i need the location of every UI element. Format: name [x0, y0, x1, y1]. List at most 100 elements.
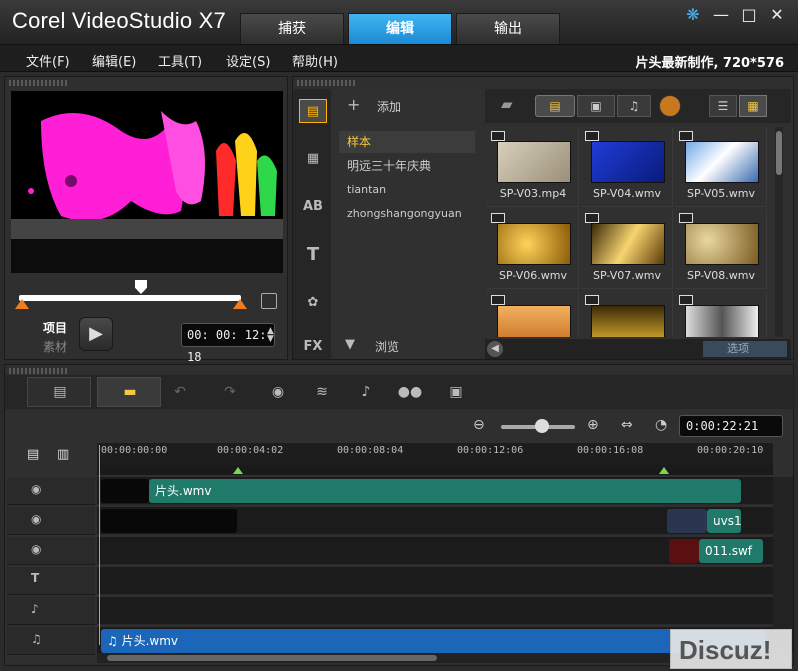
library-thumb[interactable]: SP-V06.wmv [487, 209, 579, 289]
panel-grip[interactable] [297, 80, 357, 86]
video-track-header[interactable]: ◉ [7, 477, 95, 505]
library-scrollbar[interactable] [775, 127, 783, 337]
timeline-vertical-scrollbar[interactable] [773, 477, 793, 653]
sound-mixer-icon[interactable]: ≋ [307, 379, 337, 405]
playhead[interactable] [99, 445, 100, 645]
video-clip[interactable] [101, 479, 149, 503]
maximize-button[interactable]: □ [738, 4, 760, 26]
options-button[interactable]: 选项 [703, 341, 787, 357]
timecode-spin-icon[interactable]: ▲ ▼ [267, 327, 274, 344]
folder-item[interactable]: zhongshangongyuan [339, 203, 475, 225]
overlay-clip[interactable]: uvs14 [707, 509, 741, 533]
clip-mode-label[interactable]: 素材 [43, 338, 67, 355]
zoom-in-icon[interactable]: ⊕ [587, 417, 599, 433]
add-folder-label[interactable]: 添加 [377, 98, 401, 115]
content-icon[interactable] [659, 95, 681, 117]
motion-tracking-icon[interactable]: ●● [395, 379, 425, 405]
close-button[interactable]: ✕ [766, 4, 788, 26]
browse-label[interactable]: 浏览 [375, 338, 399, 355]
zoom-out-icon[interactable]: ⊖ [473, 417, 485, 433]
zoom-slider-knob[interactable] [535, 419, 549, 433]
media-category-icon[interactable]: ▤ [299, 99, 327, 123]
subtitle-editor-icon[interactable]: ▣ [441, 379, 471, 405]
overlay-clip[interactable] [669, 539, 699, 563]
player-timecode[interactable]: 00: 00: 12: 18 [181, 323, 275, 364]
instant-project-icon[interactable]: ▦ [299, 147, 327, 171]
music-clip[interactable]: ♫ 片头.wmv [101, 629, 765, 653]
list-view-icon[interactable]: ☰ [709, 95, 737, 117]
music-track-header[interactable]: ♫ [7, 627, 95, 655]
title-track[interactable] [97, 567, 773, 595]
library-thumb[interactable]: SP-V08.wmv [675, 209, 767, 289]
overlay-track-header[interactable]: ◉ [7, 507, 95, 535]
scroll-thumb[interactable] [776, 131, 782, 175]
menu-help[interactable]: 帮助(H) [292, 51, 338, 70]
folder-item[interactable]: 样本 [339, 131, 475, 153]
filter-fx-icon[interactable]: FX [299, 335, 327, 359]
show-audio-icon[interactable]: ♫ [617, 95, 651, 117]
mark-in-handle[interactable] [15, 299, 29, 309]
library-thumb[interactable]: SP-V05.wmv [675, 127, 767, 207]
library-thumb[interactable] [487, 291, 579, 337]
title-icon[interactable]: T [299, 243, 327, 267]
preview-window[interactable] [11, 91, 283, 273]
record-capture-icon[interactable]: ◉ [263, 379, 293, 405]
folder-item[interactable]: 明远三十年庆典 [339, 155, 475, 177]
fit-project-icon[interactable]: ⇔ [621, 417, 633, 433]
marker-strip[interactable] [97, 465, 773, 475]
redo-icon[interactable]: ↷ [215, 379, 245, 405]
panel-grip[interactable] [9, 80, 69, 86]
scrubber-handle[interactable] [135, 280, 147, 294]
timeline-ruler[interactable]: 00:00:00:00 00:00:04:02 00:00:08:04 00:0… [97, 443, 773, 465]
undo-icon[interactable]: ↶ [165, 379, 195, 405]
show-videos-icon[interactable]: ▤ [535, 95, 575, 117]
overlay-track-header[interactable]: ◉ [7, 537, 95, 565]
thumbnail-view-icon[interactable]: ▦ [739, 95, 767, 117]
overlay-track[interactable]: 011.swf [97, 537, 773, 565]
library-thumb[interactable] [581, 291, 673, 337]
overlay-clip[interactable] [101, 509, 237, 533]
add-folder-icon[interactable]: + [347, 95, 360, 114]
project-timecode[interactable]: 0:00:22:21 [679, 415, 783, 437]
cue-marker-icon[interactable] [233, 467, 243, 474]
track-manager-icon[interactable]: ▤ [27, 447, 39, 462]
scroll-thumb[interactable] [107, 655, 437, 661]
video-track[interactable]: 片头.wmv [97, 477, 773, 505]
auto-music-icon[interactable]: ♪ [351, 379, 381, 405]
library-thumb[interactable]: SP-V04.wmv [581, 127, 673, 207]
tab-capture[interactable]: 捕获 [240, 13, 344, 44]
settings-globe-icon[interactable]: ❋ [682, 4, 704, 26]
play-button[interactable]: ▶ [79, 317, 113, 351]
overlay-clip[interactable]: 011.swf [699, 539, 763, 563]
show-photos-icon[interactable]: ▣ [577, 95, 615, 117]
overlay-track[interactable]: uvs14 [97, 507, 773, 535]
title-track-header[interactable]: T [7, 567, 95, 595]
scrubber-bar[interactable] [19, 295, 241, 301]
browse-icon[interactable]: ▼ [345, 337, 355, 352]
overlay-clip[interactable] [667, 509, 707, 533]
scroll-left-icon[interactable]: ◀ [487, 341, 503, 357]
menu-file[interactable]: 文件(F) [26, 51, 70, 70]
menu-tools[interactable]: 工具(T) [158, 51, 202, 70]
minimize-button[interactable]: — [710, 4, 732, 26]
voice-track-header[interactable]: ♪ [7, 597, 95, 625]
tab-edit[interactable]: 编辑 [348, 13, 452, 44]
tab-share[interactable]: 输出 [456, 13, 560, 44]
cue-marker-icon[interactable] [659, 467, 669, 474]
mark-out-handle[interactable] [233, 299, 247, 309]
graphic-icon[interactable]: ✿ [299, 291, 327, 315]
menu-edit[interactable]: 编辑(E) [92, 51, 136, 70]
project-mode-label[interactable]: 项目 [43, 319, 67, 336]
library-thumb[interactable] [675, 291, 767, 337]
panel-grip[interactable] [9, 368, 69, 374]
chapter-point-icon[interactable]: ▥ [57, 447, 69, 462]
enlarge-icon[interactable] [261, 293, 277, 309]
open-folder-icon[interactable]: ▰ [501, 95, 513, 113]
transition-icon[interactable]: AB [299, 195, 327, 219]
library-thumb[interactable]: SP-V07.wmv [581, 209, 673, 289]
video-clip[interactable]: 片头.wmv [149, 479, 741, 503]
voice-track[interactable] [97, 597, 773, 625]
menu-settings[interactable]: 设定(S) [226, 51, 270, 70]
folder-item[interactable]: tiantan [339, 179, 475, 201]
library-thumb[interactable]: SP-V03.mp4 [487, 127, 579, 207]
